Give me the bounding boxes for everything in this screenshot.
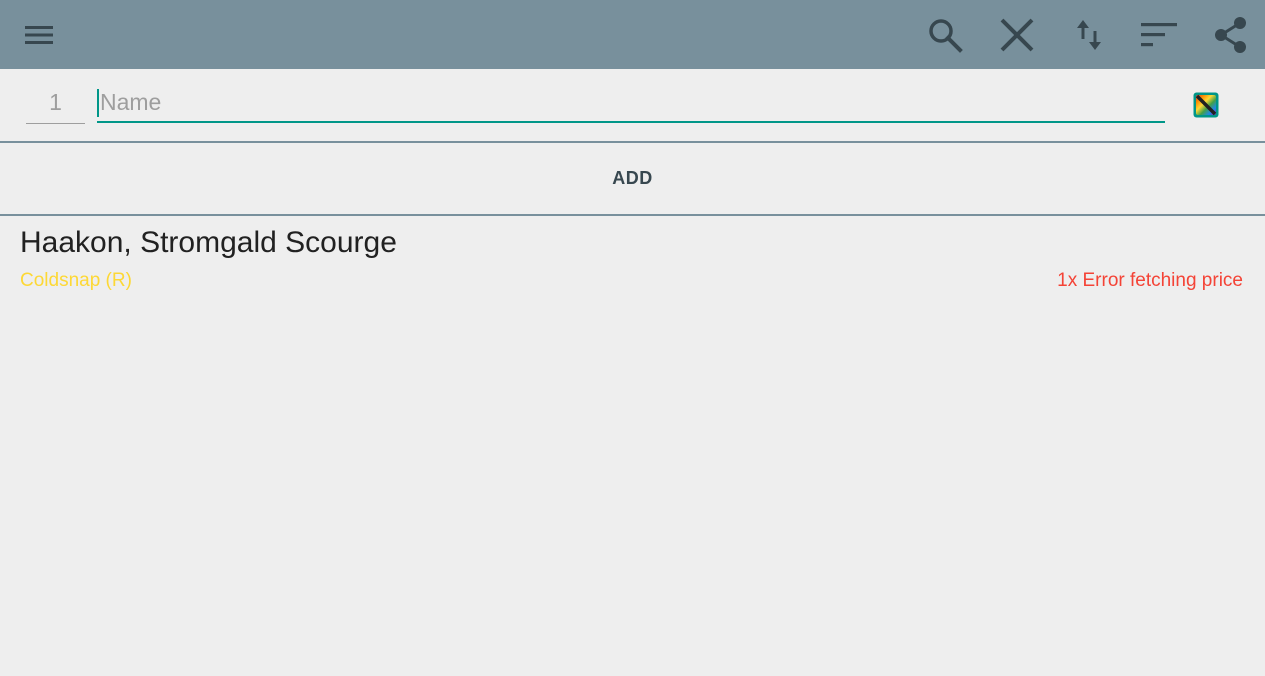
list-item[interactable]: Haakon, Stromgald Scourge Coldsnap (R) 1… (0, 216, 1265, 300)
text-cursor (97, 89, 99, 117)
menu-icon[interactable] (14, 0, 64, 69)
color-wheel-icon[interactable] (1192, 91, 1220, 119)
add-card-form: 1 (0, 69, 1265, 141)
card-price: 1x Error fetching price (1057, 270, 1243, 291)
swap-vert-icon[interactable] (1064, 0, 1114, 69)
close-icon[interactable] (992, 0, 1042, 69)
name-input[interactable] (97, 83, 1165, 123)
card-set: Coldsnap (R) (20, 270, 132, 291)
sort-icon[interactable] (1134, 0, 1184, 69)
app-toolbar (0, 0, 1265, 69)
add-button[interactable]: ADD (0, 143, 1265, 214)
card-name: Haakon, Stromgald Scourge (20, 226, 397, 259)
search-icon[interactable] (920, 0, 970, 69)
share-icon[interactable] (1206, 0, 1256, 69)
quantity-field[interactable]: 1 (26, 85, 85, 124)
